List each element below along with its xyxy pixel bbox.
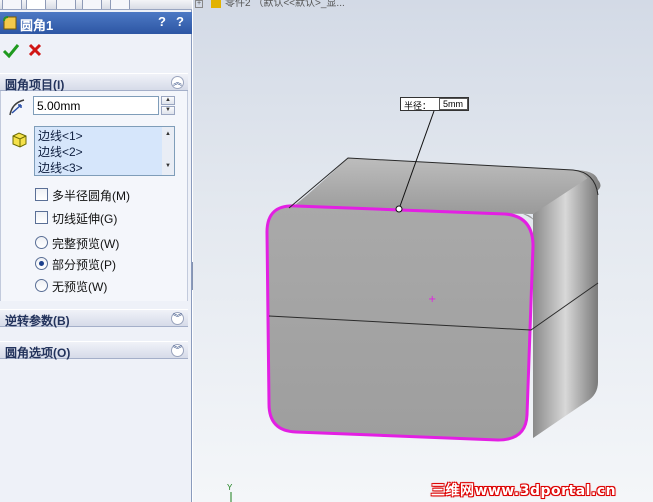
radius-input[interactable]: 5.00mm xyxy=(33,96,159,115)
section-header-fillet-options[interactable]: 圆角选项(O) ︾ xyxy=(0,341,188,360)
tab-feature-manager[interactable] xyxy=(2,0,22,9)
edge-list-item[interactable]: 边线<1> xyxy=(38,128,83,144)
ok-check-icon[interactable] xyxy=(2,42,20,60)
no-preview-label: 无预览(W) xyxy=(52,280,108,294)
expand-chevron-down-icon[interactable]: ︾ xyxy=(171,312,184,325)
section-header-setback[interactable]: 逆转参数(B) ︾ xyxy=(0,309,188,328)
center-plus-marker: + xyxy=(428,294,436,305)
partial-preview-label: 部分预览(P) xyxy=(52,258,116,272)
radius-callout[interactable]: 半径： 5mm xyxy=(400,97,469,111)
feature-title-bar: 圆角1 ? ? xyxy=(0,12,192,34)
expand-chevron-down-icon[interactable]: ︾ xyxy=(171,344,184,357)
edge-selection-icon xyxy=(12,132,27,148)
tab-property-manager[interactable] xyxy=(26,0,46,9)
edge-list-item[interactable]: 边线<3> xyxy=(38,160,83,176)
callout-value-field[interactable]: 5mm xyxy=(439,98,468,110)
section-header-fillet-items[interactable]: 圆角项目(I) ︽ xyxy=(0,73,188,92)
radius-icon xyxy=(9,99,25,116)
edge-list-item[interactable]: 边线<2> xyxy=(38,144,83,160)
manager-tab-strip xyxy=(0,0,192,10)
full-preview-radio[interactable] xyxy=(35,236,48,249)
detail-help-button[interactable]: ? xyxy=(172,14,188,32)
spin-up-button[interactable]: ▲ xyxy=(161,96,175,105)
tangent-propagation-label: 切线延伸(G) xyxy=(52,212,118,226)
triad-y-label: Y xyxy=(227,483,233,492)
section-title-setback: 逆转参数(B) xyxy=(5,314,70,328)
callout-label: 半径： xyxy=(404,101,432,111)
edge-list-scrollbar[interactable]: ▲ ▼ xyxy=(162,127,174,175)
scroll-down-arrow-icon[interactable]: ▼ xyxy=(165,163,171,169)
tab-configuration-manager[interactable] xyxy=(56,0,76,9)
callout-anchor-point[interactable] xyxy=(395,205,403,213)
tab-display-manager[interactable] xyxy=(110,0,130,9)
edge-selection-list[interactable]: 边线<1> 边线<2> 边线<3> ▲ ▼ xyxy=(34,126,175,176)
collapse-chevron-up-icon[interactable]: ︽ xyxy=(171,76,184,89)
cancel-x-icon[interactable] xyxy=(27,42,43,58)
property-manager-panel: 圆角1 ? ? 圆角项目(I) ︽ 5.00mm ▲ ▼ 边线<1> 边线<2>… xyxy=(0,0,192,502)
scroll-up-arrow-icon[interactable]: ▲ xyxy=(165,131,171,137)
multi-radius-label: 多半径圆角(M) xyxy=(52,189,130,203)
partial-preview-radio[interactable] xyxy=(35,257,48,270)
feature-title: 圆角1 xyxy=(20,18,54,33)
model-right-face-body[interactable] xyxy=(533,178,598,438)
spin-down-button[interactable]: ▼ xyxy=(161,106,175,115)
site-watermark: 三维网www.3dportal.cn xyxy=(431,483,617,499)
graphics-viewport[interactable]: + 零件2 （默认<<默认>_显... + 半径： 5mm Y 三维网www.3… xyxy=(193,0,653,502)
help-button[interactable]: ? xyxy=(154,14,170,32)
section-title-fillet-options: 圆角选项(O) xyxy=(5,346,71,360)
fillet-feature-icon xyxy=(3,16,17,30)
no-preview-radio[interactable] xyxy=(35,279,48,292)
full-preview-label: 完整预览(W) xyxy=(52,237,120,251)
tangent-propagation-checkbox[interactable] xyxy=(35,211,48,224)
tab-dimxpert[interactable] xyxy=(82,0,102,9)
multi-radius-checkbox[interactable] xyxy=(35,188,48,201)
model-canvas[interactable]: + xyxy=(193,0,653,502)
ok-cancel-bar xyxy=(0,38,192,62)
